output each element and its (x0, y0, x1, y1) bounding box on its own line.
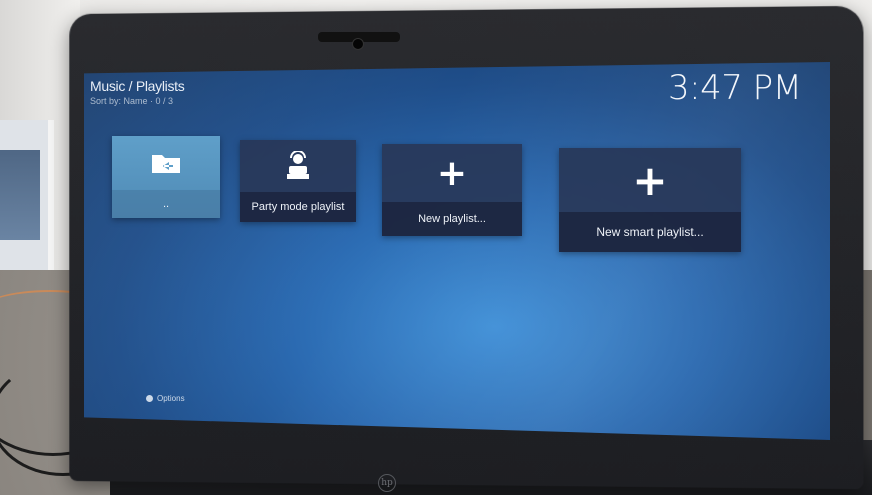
tile-parent-folder[interactable]: .. (112, 136, 220, 218)
options-label: Options (157, 394, 185, 403)
tile-new-smart-playlist[interactable]: + New smart playlist... (559, 148, 741, 252)
back-folder-icon (151, 152, 181, 174)
tile-new-playlist[interactable]: + New playlist... (382, 144, 522, 236)
tile-label: Party mode playlist (240, 192, 356, 222)
window-glass (0, 150, 40, 240)
plus-icon: + (437, 153, 467, 194)
webcam-icon (352, 38, 364, 50)
options-icon (146, 395, 153, 402)
laptop-screen: Music / Playlists Sort by: Name · 0 / 3 … (84, 62, 830, 440)
tile-icon-area (240, 140, 356, 192)
dj-icon (285, 151, 311, 181)
clock: 3:47 PM (668, 68, 802, 108)
plus-icon: + (632, 156, 667, 205)
options-button[interactable]: Options (146, 394, 185, 403)
photo-scene: hp Music / Playlists Sort by: Name · 0 /… (0, 0, 872, 495)
tile-party-mode-playlist[interactable]: Party mode playlist (240, 140, 356, 222)
breadcrumb: Music / Playlists (90, 78, 184, 94)
hp-logo: hp (378, 474, 396, 492)
tile-label: .. (112, 190, 220, 218)
tile-icon-area (112, 136, 220, 190)
tile-label: New smart playlist... (559, 212, 741, 252)
tile-label: New playlist... (382, 202, 522, 236)
sort-info[interactable]: Sort by: Name · 0 / 3 (90, 96, 173, 106)
tile-icon-area: + (559, 148, 741, 212)
tile-icon-area: + (382, 144, 522, 202)
